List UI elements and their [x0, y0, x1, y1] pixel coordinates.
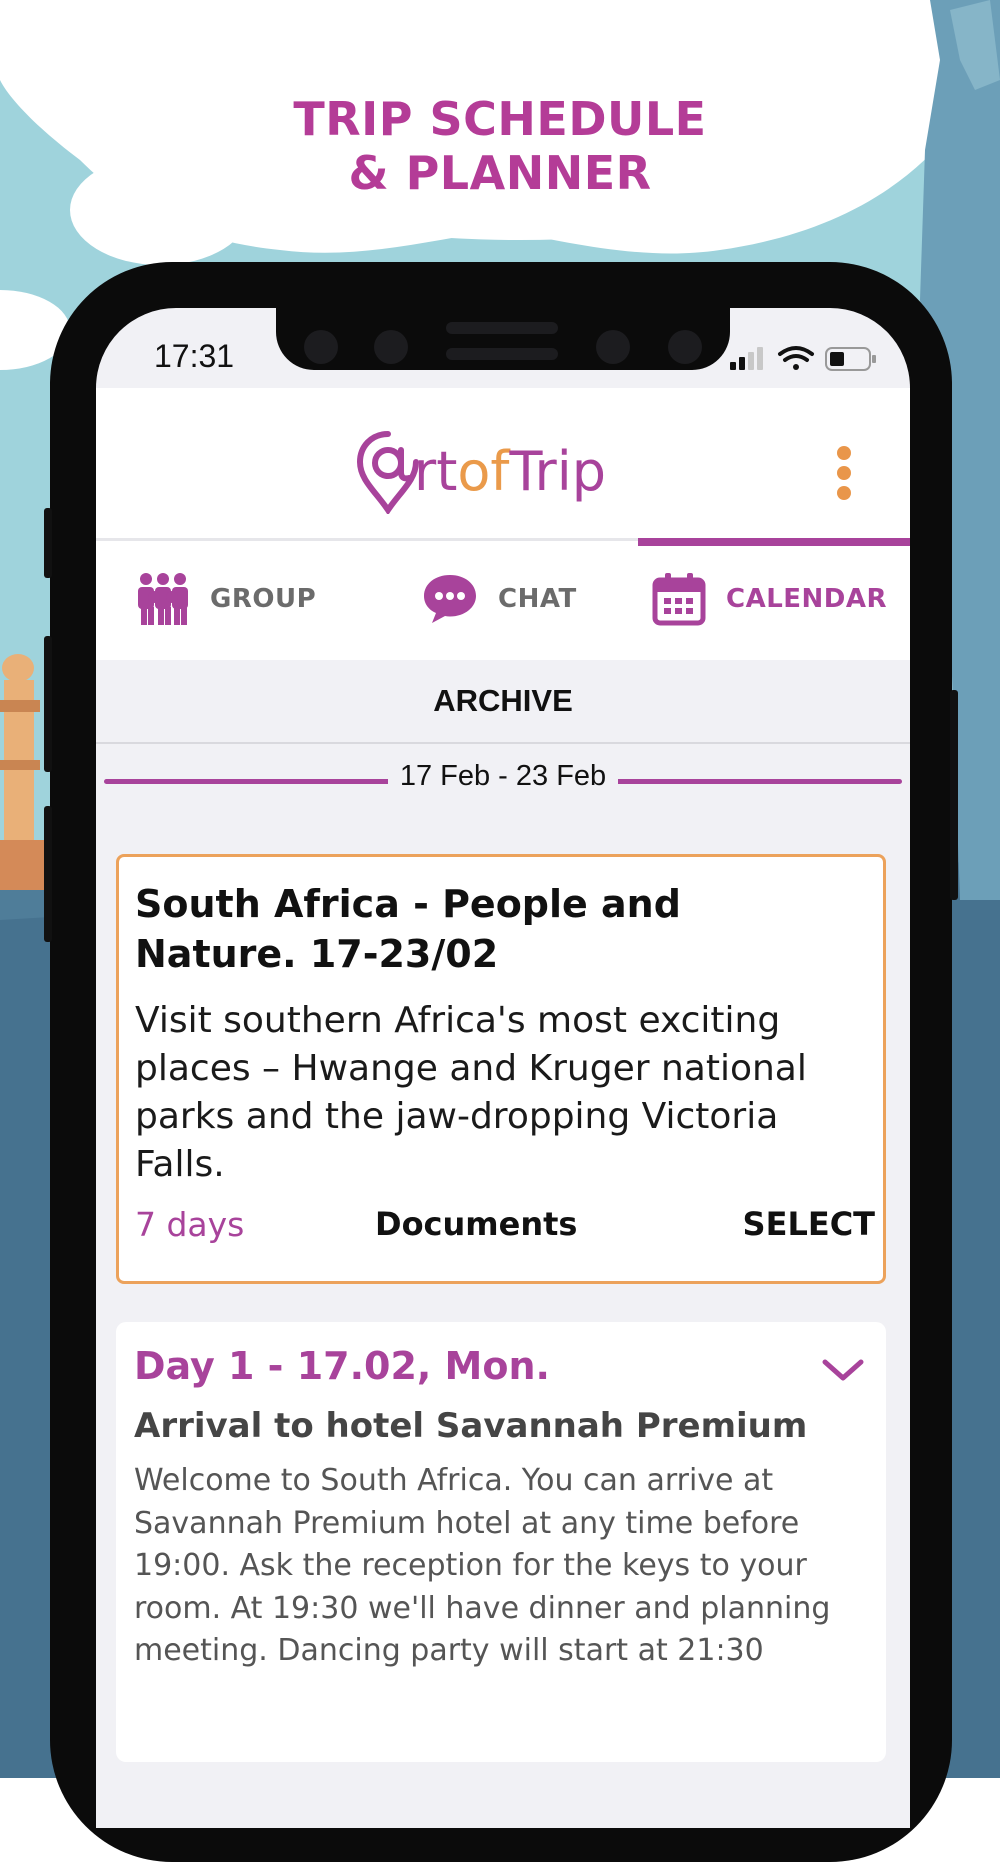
signal-icon — [730, 347, 763, 370]
day-description: Welcome to South Africa. You can arrive … — [134, 1463, 831, 1668]
trip-description: Visit southern Africa's most exciting pl… — [135, 1000, 807, 1185]
tab-chat[interactable]: CHAT — [422, 538, 577, 660]
sensor-dot — [304, 330, 338, 364]
tab-calendar[interactable]: CALENDAR — [652, 538, 887, 660]
camera-lens — [596, 330, 630, 364]
day-subtitle: Arrival to hotel Savannah Premium — [134, 1406, 808, 1446]
chevron-down-icon[interactable] — [822, 1358, 864, 1382]
tab-calendar-label: CALENDAR — [726, 584, 888, 614]
phone-side-button — [44, 508, 52, 578]
archive-button[interactable]: ARCHIVE — [96, 660, 910, 744]
phone-screen: 17:31 rtofTrip GROUP CHAT CALENDAR ARCHI… — [96, 308, 910, 1828]
day-card[interactable]: Day 1 - 17.02, Mon. Arrival to hotel Sav… — [116, 1322, 886, 1762]
day-title: Day 1 - 17.02, Mon. — [134, 1344, 550, 1388]
headline-line-2: & PLANNER — [348, 146, 652, 200]
headline: TRIP SCHEDULE & PLANNER — [0, 92, 1000, 200]
logo-part-trip: Trip — [509, 440, 606, 503]
trip-card[interactable]: South Africa - People and Nature. 17-23/… — [116, 854, 886, 1284]
status-time: 17:31 — [154, 338, 235, 374]
trip-card-footer: 7 days Documents SELECT — [135, 1205, 875, 1251]
chat-bubble-icon — [424, 575, 476, 623]
map-pin-at-icon — [356, 431, 419, 514]
battery-icon — [825, 347, 876, 371]
app-logo: rtofTrip — [414, 440, 606, 503]
headline-line-1: TRIP SCHEDULE — [293, 92, 707, 146]
calendar-icon — [652, 573, 706, 626]
logo-part-of: of — [457, 440, 510, 503]
sensor-dot — [668, 330, 702, 364]
documents-button[interactable]: Documents — [375, 1205, 577, 1243]
tab-group[interactable]: GROUP — [136, 538, 316, 660]
phone-volume-up-button — [44, 636, 52, 772]
tab-bar: GROUP CHAT CALENDAR — [96, 538, 910, 660]
trip-duration: 7 days — [135, 1205, 245, 1244]
phone-volume-down-button — [44, 806, 52, 942]
select-button[interactable]: SELECT — [743, 1205, 875, 1243]
app-header: rtofTrip — [96, 388, 910, 538]
trip-title: South Africa - People and Nature. 17-23/… — [135, 882, 681, 976]
status-icons — [730, 344, 880, 379]
wifi-icon — [778, 346, 814, 370]
date-range-separator: 17 Feb - 23 Feb — [104, 760, 902, 800]
camera-lens — [374, 330, 408, 364]
speaker-grille — [446, 348, 558, 360]
tab-chat-label: CHAT — [498, 584, 577, 614]
logo-part-rt: rt — [414, 440, 458, 503]
camera-notch — [276, 308, 730, 370]
speaker-grille — [446, 322, 558, 334]
phone-power-button — [950, 690, 958, 900]
more-vertical-icon[interactable] — [834, 446, 854, 508]
group-icon — [138, 573, 188, 625]
date-range-label: 17 Feb - 23 Feb — [387, 760, 619, 792]
tab-group-label: GROUP — [210, 584, 317, 614]
